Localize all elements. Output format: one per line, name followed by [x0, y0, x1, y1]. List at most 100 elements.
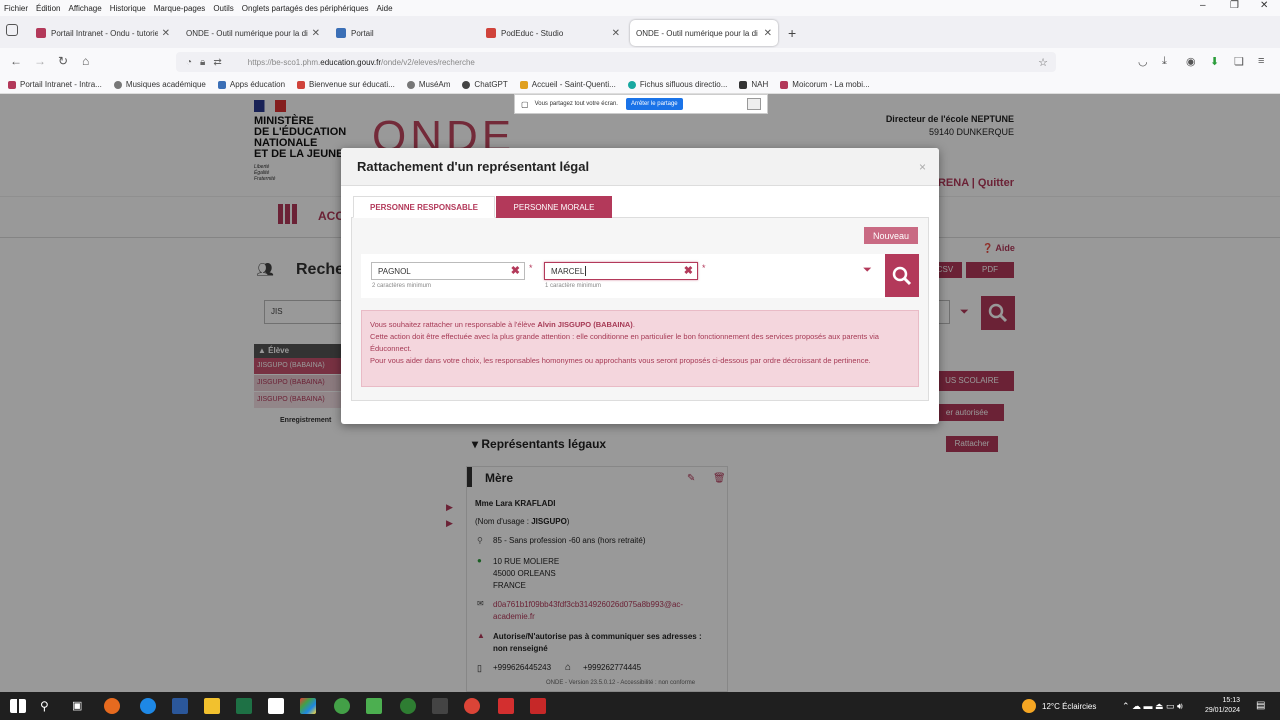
- account-icon[interactable]: ◉: [1186, 55, 1196, 68]
- window-close-icon[interactable]: ✕: [1260, 0, 1268, 11]
- notepad-icon[interactable]: [268, 698, 284, 714]
- search-icon[interactable]: ⚲: [40, 699, 49, 713]
- tab-label: Portail Intranet - Ondu - tutoriels: [51, 28, 158, 38]
- browser-tab-active[interactable]: ONDE - Outil numérique pour la di ✕: [630, 20, 778, 46]
- stop-sharing-button[interactable]: Arrêter le partage: [625, 98, 683, 110]
- menu-marque-pages[interactable]: Marque-pages: [154, 4, 206, 13]
- menu-affichage[interactable]: Affichage: [68, 4, 101, 13]
- lock-icon[interactable]: 🔒︎: [200, 57, 205, 68]
- task-view-icon[interactable]: ▣: [72, 699, 82, 712]
- windows-start-icon[interactable]: [10, 699, 26, 713]
- bookmark-item[interactable]: Bienvenue sur éducati...: [297, 80, 395, 89]
- menu-aide[interactable]: Aide: [377, 4, 393, 13]
- clear-icon[interactable]: ✖: [684, 264, 693, 277]
- forward-icon[interactable]: →: [34, 54, 46, 68]
- acrobat-icon[interactable]: [498, 698, 514, 714]
- bookmark-item[interactable]: Accueil - Saint-Quenti...: [519, 80, 616, 89]
- menu-fichier[interactable]: Fichier: [4, 4, 28, 13]
- browser-menubar: Fichier Édition Affichage Historique Mar…: [0, 0, 1280, 16]
- menu-historique[interactable]: Historique: [110, 4, 146, 13]
- app-icon[interactable]: [334, 698, 350, 714]
- app-icon[interactable]: [530, 698, 546, 714]
- edge-icon[interactable]: [140, 698, 156, 714]
- browser-tab[interactable]: Portail Intranet - Ondu - tutoriels ✕: [30, 20, 176, 46]
- new-tab-icon[interactable]: +: [788, 25, 796, 41]
- tab-personne-morale[interactable]: PERSONNE MORALE: [496, 196, 612, 218]
- permissions-icon[interactable]: ⇄: [213, 57, 221, 68]
- extensions-icon[interactable]: ❏: [1234, 55, 1244, 68]
- bookmark-item[interactable]: Moicorum - La mobi...: [780, 80, 870, 89]
- close-tab-icon[interactable]: ✕: [162, 28, 170, 39]
- share-minimize-button[interactable]: [747, 98, 761, 110]
- close-icon[interactable]: ×: [919, 160, 926, 174]
- home-icon[interactable]: ⌂: [82, 54, 89, 68]
- back-icon[interactable]: ←: [10, 54, 22, 68]
- menu-onglets-partages[interactable]: Onglets partagés des périphériques: [242, 4, 369, 13]
- browser-tab[interactable]: Portail: [330, 20, 476, 46]
- bookmark-star-icon[interactable]: ☆: [1038, 56, 1048, 69]
- file-explorer-icon[interactable]: [204, 698, 220, 714]
- reload-icon[interactable]: ↻: [58, 54, 68, 68]
- close-tab-icon[interactable]: ✕: [612, 28, 620, 39]
- bookmark-item[interactable]: Musiques académique: [113, 80, 206, 89]
- close-tab-icon[interactable]: ✕: [764, 28, 772, 39]
- nom-input[interactable]: PAGNOL ✖: [371, 262, 525, 280]
- prenom-value: MARCEL: [551, 266, 585, 276]
- nouveau-button[interactable]: Nouveau: [864, 227, 918, 244]
- app-icon[interactable]: [400, 698, 416, 714]
- windows-taskbar: ⚲ ▣ 12°C Éclaircies ⌃ ☁ ▬ ⏏ ▭ 🔊︎ 15:13 2…: [0, 692, 1280, 720]
- shield-icon[interactable]: ◔: [186, 57, 192, 68]
- restore-icon[interactable]: ❐: [1230, 0, 1239, 11]
- clock-time[interactable]: 15:13: [1200, 697, 1240, 704]
- minimize-icon[interactable]: –: [1200, 0, 1206, 11]
- portal-icon: [336, 28, 346, 38]
- clock-date[interactable]: 29/01/2024: [1200, 707, 1240, 714]
- app-icon[interactable]: [366, 698, 382, 714]
- alert-line-3: Pour vous aider dans votre choix, les re…: [370, 356, 871, 365]
- firefox-icon[interactable]: [104, 698, 120, 714]
- nom-hint: 2 caractères minimum: [372, 283, 432, 289]
- tab-label: PodEduc - Studio: [501, 28, 564, 38]
- prenom-input[interactable]: MARCEL ✖: [544, 262, 698, 280]
- browser-tab[interactable]: PodEduc - Studio ✕: [480, 20, 626, 46]
- weather-icon[interactable]: [1022, 699, 1036, 713]
- warning-alert: Vous souhaitez rattacher un responsable …: [361, 310, 919, 387]
- required-marker: *: [702, 263, 706, 273]
- tab-label: ONDE - Outil numérique pour la di: [636, 28, 758, 38]
- bookmark-item[interactable]: Fichus sifluous directio...: [627, 80, 727, 89]
- chrome-icon[interactable]: [464, 698, 480, 714]
- share-text: Vous partagez tout votre écran.: [534, 101, 618, 107]
- word-icon[interactable]: [172, 698, 188, 714]
- bookmark-item[interactable]: Portail Intranet - Intra...: [8, 80, 102, 89]
- bookmark-item[interactable]: Apps éducation: [217, 80, 285, 89]
- tab-personne-responsable[interactable]: PERSONNE RESPONSABLE: [353, 196, 495, 218]
- menu-edition[interactable]: Édition: [36, 4, 60, 13]
- notification-icon[interactable]: ▤: [1256, 700, 1265, 711]
- prenom-hint: 1 caractère minimum: [545, 283, 602, 289]
- extension-download-icon[interactable]: ⬇: [1210, 55, 1219, 68]
- tab-list-icon[interactable]: [6, 24, 18, 36]
- close-tab-icon[interactable]: ✕: [312, 28, 320, 39]
- tab-label: ONDE - Outil numérique pour la di: [186, 28, 308, 38]
- clear-icon[interactable]: ✖: [511, 264, 520, 277]
- excel-icon[interactable]: [236, 698, 252, 714]
- bookmark-item[interactable]: NAH: [739, 80, 768, 89]
- store-icon[interactable]: [300, 698, 316, 714]
- nom-value: PAGNOL: [378, 266, 411, 276]
- bookmark-item[interactable]: ChatGPT: [462, 80, 508, 89]
- podeduc-icon: [486, 28, 496, 38]
- search-icon: [892, 266, 912, 285]
- menu-outils[interactable]: Outils: [213, 4, 233, 13]
- alert-line-2: Cette action doit être effectuée avec la…: [370, 332, 879, 353]
- bookmark-item[interactable]: MuséAm: [406, 80, 450, 89]
- pocket-icon[interactable]: ◡: [1138, 55, 1148, 68]
- filter-icon[interactable]: ⏷: [863, 264, 872, 277]
- modal-search-button[interactable]: [885, 254, 919, 297]
- menu-icon[interactable]: ≡: [1258, 55, 1264, 67]
- browser-tab[interactable]: ONDE - Outil numérique pour la di ✕: [180, 20, 326, 46]
- weather-text[interactable]: 12°C Éclaircies: [1042, 702, 1096, 711]
- tray-icons[interactable]: ⌃ ☁ ▬ ⏏ ▭ 🔊︎: [1122, 701, 1183, 712]
- app-icon[interactable]: [432, 698, 448, 714]
- download-icon[interactable]: ⤓: [1162, 55, 1167, 68]
- url-bar[interactable]: ◔ 🔒︎ ⇄ https://be-sco1.phm.education.gou…: [176, 52, 1056, 72]
